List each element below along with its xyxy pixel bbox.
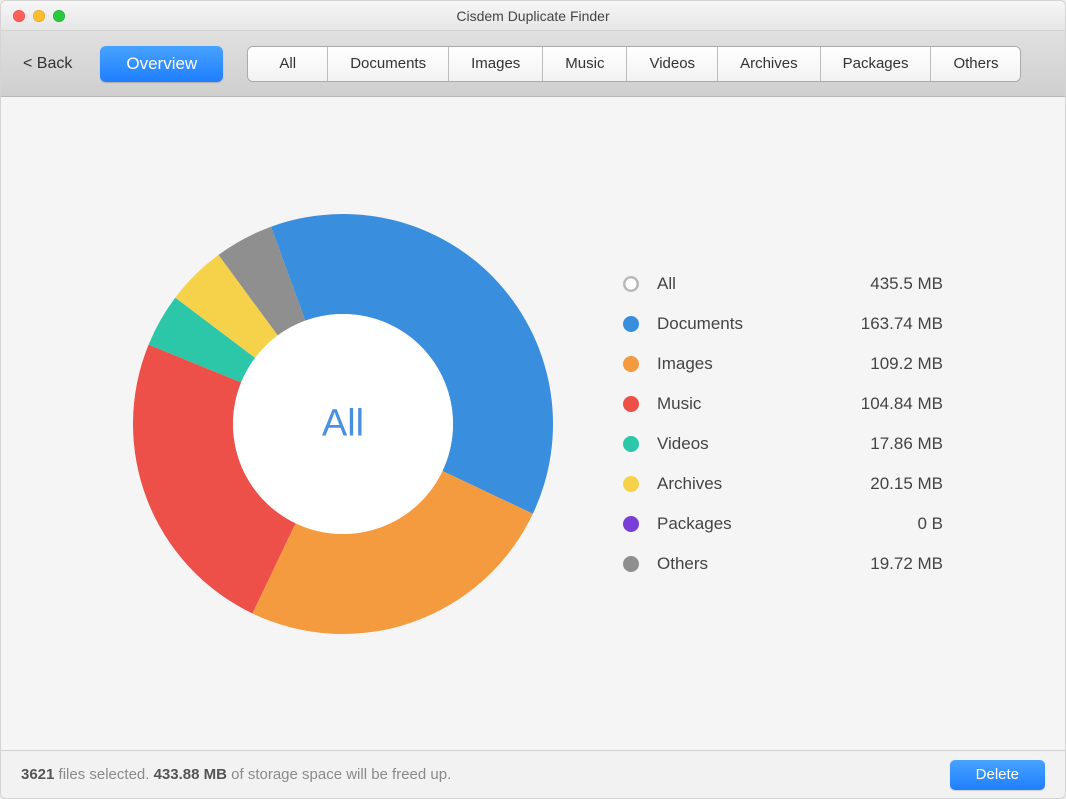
legend-name: Packages bbox=[657, 514, 825, 534]
legend-dot bbox=[623, 396, 639, 412]
legend-dot-all bbox=[623, 276, 639, 292]
legend-value: 163.74 MB bbox=[843, 314, 943, 334]
tab-packages[interactable]: Packages bbox=[821, 47, 932, 81]
app-window: Cisdem Duplicate Finder < Back Overview … bbox=[0, 0, 1066, 799]
legend-value: 17.86 MB bbox=[843, 434, 943, 454]
footer-count-suffix: files selected. bbox=[54, 766, 153, 783]
legend-item-archives[interactable]: Archives 20.15 MB bbox=[623, 474, 943, 494]
legend-item-images[interactable]: Images 109.2 MB bbox=[623, 354, 943, 374]
legend-dot bbox=[623, 316, 639, 332]
legend-item-packages[interactable]: Packages 0 B bbox=[623, 514, 943, 534]
delete-button[interactable]: Delete bbox=[950, 760, 1045, 790]
legend-value: 435.5 MB bbox=[843, 274, 943, 294]
tab-archives[interactable]: Archives bbox=[718, 47, 821, 81]
legend-name: Music bbox=[657, 394, 825, 414]
legend-name: Images bbox=[657, 354, 825, 374]
legend-name: Documents bbox=[657, 314, 825, 334]
legend-name: All bbox=[657, 274, 825, 294]
legend-value: 104.84 MB bbox=[843, 394, 943, 414]
footer-size: 433.88 MB bbox=[154, 766, 227, 783]
legend-item-music[interactable]: Music 104.84 MB bbox=[623, 394, 943, 414]
legend: All 435.5 MB Documents 163.74 MB Images … bbox=[623, 274, 943, 574]
legend-name: Archives bbox=[657, 474, 825, 494]
legend-name: Videos bbox=[657, 434, 825, 454]
back-button[interactable]: < Back bbox=[19, 49, 76, 79]
legend-value: 109.2 MB bbox=[843, 354, 943, 374]
legend-item-documents[interactable]: Documents 163.74 MB bbox=[623, 314, 943, 334]
legend-dot bbox=[623, 356, 639, 372]
titlebar: Cisdem Duplicate Finder bbox=[1, 1, 1065, 31]
legend-value: 20.15 MB bbox=[843, 474, 943, 494]
chart-center-label: All bbox=[322, 402, 364, 445]
legend-item-videos[interactable]: Videos 17.86 MB bbox=[623, 434, 943, 454]
tab-all[interactable]: All bbox=[248, 47, 328, 81]
window-title: Cisdem Duplicate Finder bbox=[1, 8, 1065, 24]
tab-documents[interactable]: Documents bbox=[328, 47, 449, 81]
legend-dot bbox=[623, 436, 639, 452]
tab-videos[interactable]: Videos bbox=[627, 47, 718, 81]
legend-value: 19.72 MB bbox=[843, 554, 943, 574]
donut-chart: All bbox=[123, 204, 563, 644]
legend-name: Others bbox=[657, 554, 825, 574]
footer-status: 3621 files selected. 433.88 MB of storag… bbox=[21, 766, 451, 783]
tab-music[interactable]: Music bbox=[543, 47, 627, 81]
tab-images[interactable]: Images bbox=[449, 47, 543, 81]
footer-count: 3621 bbox=[21, 766, 54, 783]
tab-others[interactable]: Others bbox=[931, 47, 1020, 81]
legend-value: 0 B bbox=[843, 514, 943, 534]
legend-item-others[interactable]: Others 19.72 MB bbox=[623, 554, 943, 574]
category-tab-strip: All Documents Images Music Videos Archiv… bbox=[247, 46, 1021, 82]
footer: 3621 files selected. 433.88 MB of storag… bbox=[1, 750, 1065, 798]
main-content: All All 435.5 MB Documents 163.74 MB Ima… bbox=[1, 97, 1065, 750]
legend-dot bbox=[623, 516, 639, 532]
overview-button[interactable]: Overview bbox=[100, 46, 223, 82]
legend-dot bbox=[623, 476, 639, 492]
legend-item-all[interactable]: All 435.5 MB bbox=[623, 274, 943, 294]
legend-dot bbox=[623, 556, 639, 572]
toolbar: < Back Overview All Documents Images Mus… bbox=[1, 31, 1065, 97]
footer-size-suffix: of storage space will be freed up. bbox=[227, 766, 451, 783]
